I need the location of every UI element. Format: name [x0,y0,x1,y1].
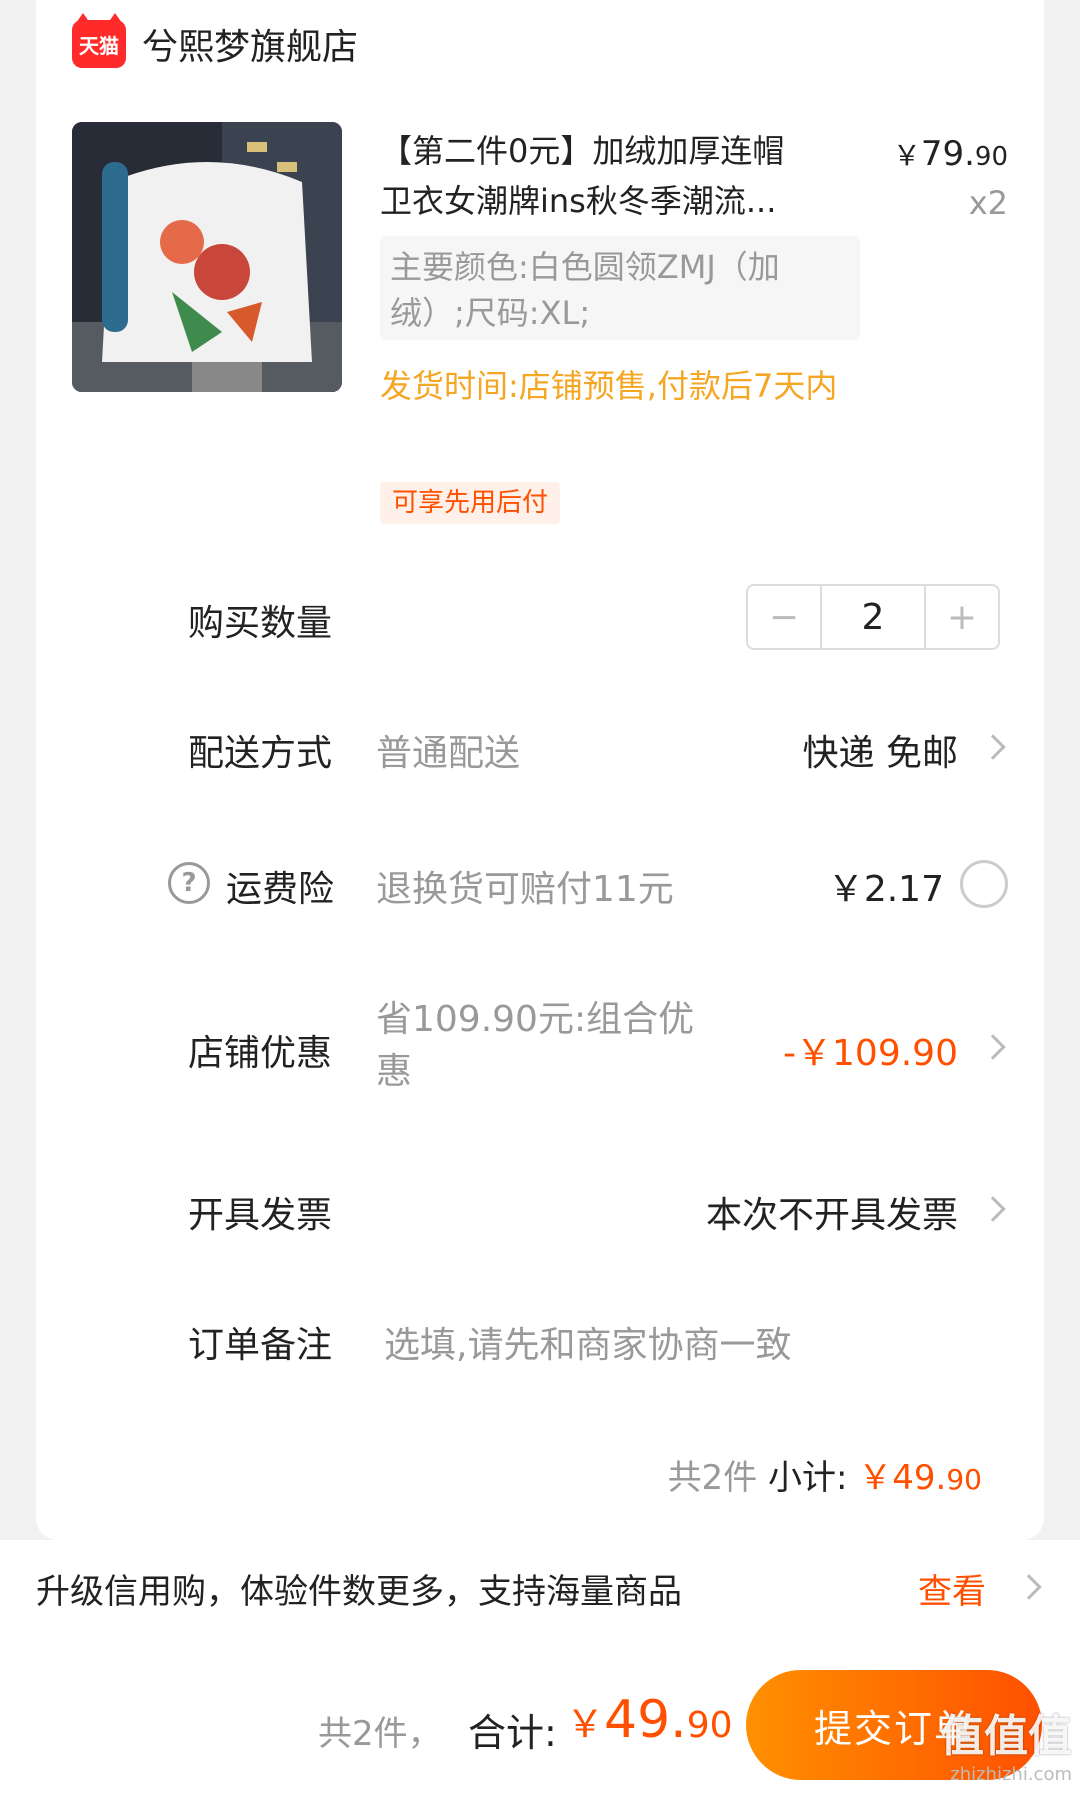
discount-label: 店铺优惠 [188,1033,333,1074]
credit-view-link[interactable]: 查看 [918,1564,986,1613]
discount-chevron-icon[interactable] [980,1034,1006,1060]
product-price: ￥79.90 [892,134,1008,174]
remark-label: 订单备注 [188,1325,333,1366]
watermark: 值值值 zhizhizhi.com [940,1711,1072,1785]
insurance-price: ￥2.17 [827,869,944,910]
quantity-stepper[interactable]: − 2 + [746,584,1000,650]
minus-button[interactable]: − [748,586,820,648]
invoice-label: 开具发票 [188,1195,333,1236]
quantity-label: 购买数量 [188,603,333,644]
checkout-bar: 共2件， 合计: ￥49.90 提交订单 值值值 zhizhizhi.com [0,1636,1080,1793]
quantity-value[interactable]: 2 [820,586,926,648]
discount-desc: 省109.90元:组合优惠 [376,999,695,1092]
credit-chevron-icon[interactable] [1016,1574,1042,1600]
insurance-label: 运费险 [226,869,335,910]
delivery-method: 普通配送 [376,733,521,774]
invoice-value[interactable]: 本次不开具发票 [706,1186,958,1238]
shop-name: 兮熙梦旗舰店 [142,27,359,68]
credit-banner[interactable]: 升级信用购，体验件数更多，支持海量商品 查看 [0,1540,1080,1636]
total-count: 共2件， [318,1714,442,1754]
insurance-radio[interactable] [960,860,1008,908]
delivery-label: 配送方式 [188,733,333,774]
plus-button[interactable]: + [926,586,998,648]
delivery-value[interactable]: 快递 免邮 [803,724,958,776]
subtotal: 共2件 小计: ￥49.90 [667,1458,982,1498]
help-icon[interactable]: ? [168,862,210,904]
ship-time: 发货时间:店铺预售,付款后7天内 [380,367,838,405]
credit-text: 升级信用购，体验件数更多，支持海量商品 [36,1572,682,1612]
total-price: ￥49.90 [566,1690,733,1750]
delivery-chevron-icon[interactable] [980,734,1006,760]
tmall-logo: 天猫 [72,13,126,68]
order-card: 天猫 兮熙梦旗舰店 【第二件0元】加绒加厚连帽 卫衣女潮牌ins秋冬季潮流...… [36,0,1044,1540]
discount-value[interactable]: -￥109.90 [783,1024,958,1076]
insurance-desc: 退换货可赔付11元 [376,869,674,910]
product-sku[interactable]: 主要颜色:白色圆领ZMJ（加绒）;尺码:XL; [380,236,860,340]
product-quantity: x2 [968,184,1008,222]
product-title[interactable]: 【第二件0元】加绒加厚连帽 卫衣女潮牌ins秋冬季潮流... [380,126,840,226]
product-image[interactable] [72,122,342,392]
pay-later-tag: 可享先用后付 [380,482,561,524]
invoice-chevron-icon[interactable] [980,1196,1006,1222]
total-label: 合计: [468,1711,557,1755]
shop-header[interactable]: 天猫 兮熙梦旗舰店 [72,13,359,72]
remark-input[interactable]: 选填,请先和商家协商一致 [384,1316,791,1368]
